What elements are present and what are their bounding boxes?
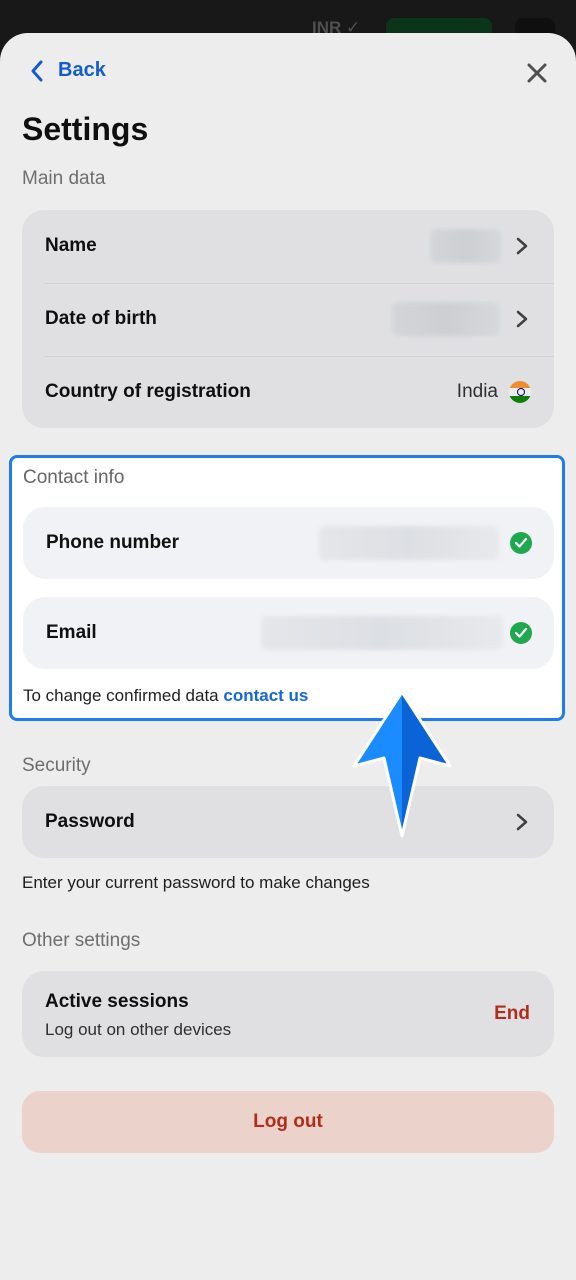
end-sessions-button[interactable]: End xyxy=(494,1003,530,1025)
row-label: Phone number xyxy=(46,532,180,553)
verified-check-icon xyxy=(510,532,532,554)
row-label: Email xyxy=(46,622,97,643)
page-title: Settings xyxy=(22,111,149,147)
password-card[interactable]: Password xyxy=(22,786,554,858)
contact-note: To change confirmed data contact us xyxy=(23,686,308,706)
contact-us-link[interactable]: contact us xyxy=(223,686,308,705)
row-label: Name xyxy=(45,235,97,256)
country-value: India xyxy=(456,381,498,402)
back-button[interactable]: Back xyxy=(30,59,106,82)
active-sessions-label: Active sessions xyxy=(45,991,189,1012)
row-password[interactable]: Password xyxy=(22,786,554,858)
blurred-value xyxy=(430,229,502,263)
blurred-phone-value xyxy=(319,526,499,560)
section-label-other-settings: Other settings xyxy=(22,930,141,951)
section-label-contact-info: Contact info xyxy=(23,467,125,488)
back-label: Back xyxy=(58,59,106,81)
contact-note-text: To change confirmed data xyxy=(23,686,219,705)
logout-button[interactable]: Log out xyxy=(22,1091,554,1153)
sheet-header: Back xyxy=(0,33,576,113)
active-sessions-card: Active sessions Log out on other devices… xyxy=(22,971,554,1057)
row-name[interactable]: Name xyxy=(22,210,554,282)
main-data-card: Name Date of birth Country of registrati… xyxy=(22,210,554,428)
india-flag-icon xyxy=(509,381,531,403)
blurred-email-value xyxy=(261,616,503,650)
row-email: Email xyxy=(23,597,554,669)
row-country-of-registration: Country of registration India xyxy=(22,356,554,428)
blurred-value xyxy=(392,302,500,336)
row-date-of-birth[interactable]: Date of birth xyxy=(22,283,554,355)
section-label-security: Security xyxy=(22,755,91,776)
chevron-left-icon xyxy=(31,60,43,81)
chevron-right-icon xyxy=(516,310,528,328)
section-label-main-data: Main data xyxy=(22,168,106,189)
active-sessions-subtitle: Log out on other devices xyxy=(45,1020,232,1039)
row-phone-number: Phone number xyxy=(23,507,554,579)
chevron-right-icon xyxy=(516,237,528,255)
pointer-arrow-icon xyxy=(352,690,452,838)
password-note: Enter your current password to make chan… xyxy=(22,873,370,892)
close-icon[interactable] xyxy=(525,61,549,85)
row-label: Country of registration xyxy=(45,381,251,402)
contact-info-highlight: Contact info Phone number Email To chang… xyxy=(9,455,565,721)
row-label: Date of birth xyxy=(45,308,157,329)
chevron-right-icon xyxy=(516,813,528,831)
row-label: Password xyxy=(45,811,135,832)
verified-check-icon xyxy=(510,622,532,644)
